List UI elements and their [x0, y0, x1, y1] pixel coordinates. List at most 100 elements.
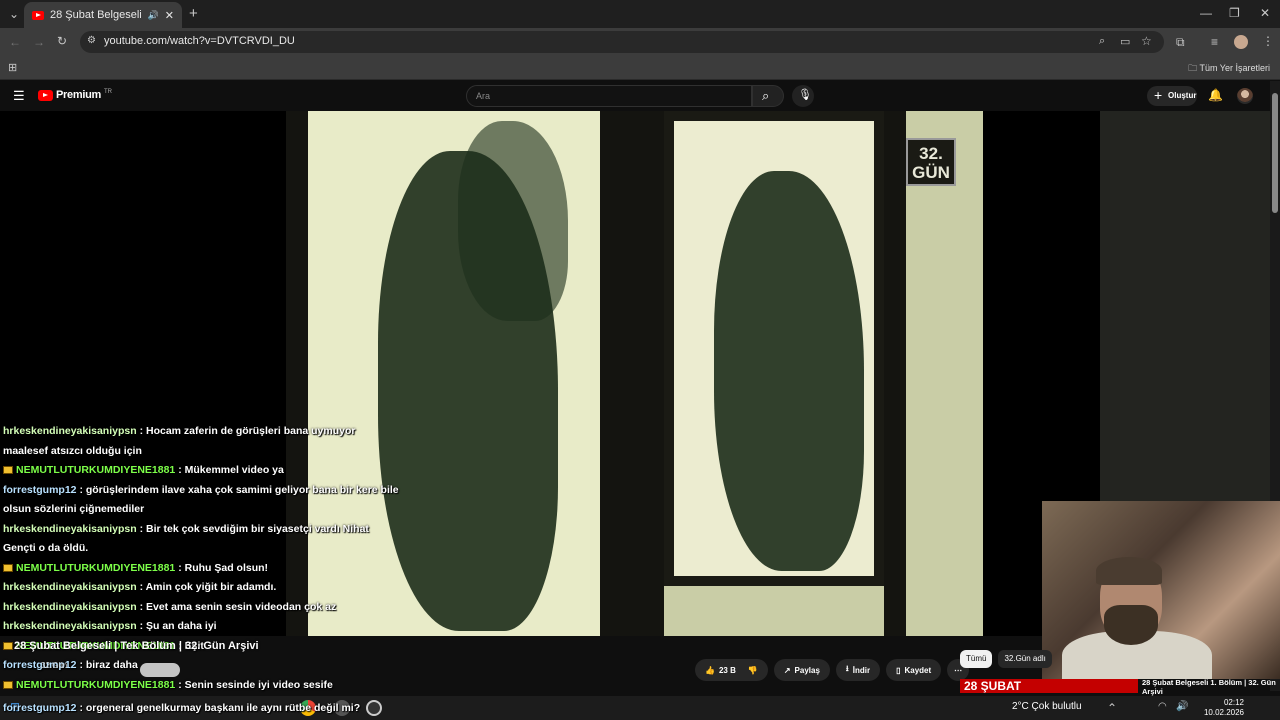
clock-time: 02:12	[1223, 698, 1244, 707]
search-button[interactable]: ⌕	[752, 85, 784, 107]
youtube-logo[interactable]: Premium TR	[38, 89, 112, 101]
tray-chevron-icon[interactable]: ⌃	[1107, 701, 1117, 715]
chat-username: hrkeskendineyakisaniypsn	[3, 620, 137, 632]
share-button[interactable]: ↗ Paylaş	[773, 659, 830, 681]
dislike-icon[interactable]: 👎	[748, 666, 758, 675]
youtube-favicon-icon	[32, 10, 44, 20]
reload-icon[interactable]: ↻	[57, 34, 67, 48]
share-icon: ↗	[783, 665, 791, 675]
chat-text: : Senin sesinde iyi video sesife	[178, 678, 333, 691]
profile-avatar[interactable]	[1234, 35, 1248, 49]
thumbs-up-icon: 👍	[705, 665, 715, 675]
voice-search-button[interactable]: 🎙	[792, 85, 814, 107]
clock[interactable]: 02:12 10.02.2026	[1200, 698, 1244, 718]
browser-tabstrip: ⌄ 28 Şubat Belgeseli | Tek Bölüm 🔊 ✕ + —…	[0, 0, 1280, 28]
subscriber-badge-icon	[3, 563, 13, 572]
restore-icon[interactable]: ❐	[1229, 6, 1240, 20]
tab-list-icon[interactable]: ⌄	[9, 7, 19, 21]
chat-username: NEMUTLUTURKUMDIYENE1881	[16, 464, 176, 476]
related-video-title[interactable]: 28 Şubat Belgeseli 1. Bölüm | 32. Gün Ar…	[1142, 678, 1280, 696]
weather-widget[interactable]: 2°C Çok bulutlu	[1012, 701, 1082, 712]
subscriber-badge-icon	[3, 641, 13, 650]
chip-all[interactable]: Tümü	[960, 650, 993, 668]
install-icon[interactable]: ▭	[1120, 35, 1130, 48]
all-bookmarks-label: Tüm Yer İşaretleri	[1199, 63, 1270, 73]
related-video-thumbnail[interactable]: 28 ŞUBAT	[960, 679, 1138, 693]
webcam-overlay	[1042, 501, 1280, 679]
save-button[interactable]: ▯ Kaydet	[886, 659, 942, 681]
zoom-icon[interactable]: ⌕	[1099, 35, 1105, 48]
browser-toolbar: ← → ↻ ⚙ youtube.com/watch?v=DVTCRVDI_DU …	[0, 28, 1280, 56]
chat-username: hrkeskendineyakisaniypsn	[3, 600, 137, 613]
bookmark-icon: ▯	[896, 665, 901, 675]
browser-tab[interactable]: 28 Şubat Belgeseli | Tek Bölüm 🔊 ✕	[24, 2, 182, 28]
subscriber-badge-icon	[3, 680, 13, 689]
folder-icon: 🗀	[1188, 63, 1200, 73]
window-close-icon[interactable]: ✕	[1260, 6, 1270, 20]
browser-menu-icon[interactable]: ⋮	[1262, 34, 1274, 48]
watermark-text: 32. GÜN	[912, 144, 950, 182]
create-button[interactable]: Oluştur	[1147, 86, 1197, 106]
video-actions: 👍 23 B 👎 ↗ Paylaş ⭳ İndir ▯ Kaydet ⋯	[695, 659, 970, 681]
site-info-icon[interactable]: ⚙	[87, 35, 96, 46]
address-bar[interactable]: ⚙ youtube.com/watch?v=DVTCRVDI_DU ⌕ ▭ ☆	[80, 31, 1164, 53]
chat-message: hrkeskendineyakisaniypsn : Amin çok yiği…	[3, 578, 403, 598]
chat-username: hrkeskendineyakisaniypsn	[3, 425, 137, 437]
figure-shape	[714, 171, 864, 571]
webcam-person-hair	[1096, 557, 1162, 585]
chat-text: : Evet ama senin sesin videodan çok az	[139, 600, 337, 613]
chat-username: hrkeskendineyakisaniypsn	[3, 581, 137, 593]
chat-text: : Ruhu Şad olsun!	[178, 561, 269, 574]
youtube-play-icon	[38, 89, 53, 101]
volume-icon[interactable]: 🔊	[1176, 701, 1188, 712]
reading-list-icon[interactable]: ≡	[1211, 35, 1218, 49]
chat-message: forrestgump12 : görüşlerindem ilave xaha…	[3, 481, 403, 520]
related-filter-chips: Tümü 32.Gün adlı	[960, 650, 1052, 668]
account-avatar[interactable]	[1237, 88, 1253, 104]
back-icon[interactable]: ←	[9, 35, 21, 49]
figure-shape	[458, 121, 568, 321]
notifications-bell-icon[interactable]: 🔔	[1208, 88, 1223, 102]
bookmarks-bar: ⊞ 🗀 Tüm Yer İşaretleri	[0, 56, 1280, 80]
minimize-icon[interactable]: —	[1200, 6, 1212, 20]
like-button[interactable]: 👍 23 B 👎	[695, 659, 768, 681]
search-input[interactable]: Ara	[466, 85, 752, 107]
chat-text: : Şu an daha iyi	[139, 620, 217, 632]
close-tab-icon[interactable]: ✕	[165, 9, 174, 22]
scrollbar-thumb[interactable]	[1272, 93, 1278, 213]
download-icon: ⭳	[845, 664, 849, 673]
chat-message: NEMUTLUTURKUMDIYENE1881 : Mükemmel video…	[3, 461, 403, 481]
chat-username: NEMUTLUTURKUMDIYENE1881	[16, 561, 176, 574]
logo-country: TR	[103, 89, 112, 95]
bookmark-star-icon[interactable]: ☆	[1141, 34, 1152, 48]
download-button[interactable]: ⭳ İndir	[835, 659, 881, 681]
all-bookmarks[interactable]: 🗀 Tüm Yer İşaretleri	[1188, 61, 1270, 77]
video-title: 28 Şubat Belgeseli | Tek Bölüm | 32. Gün…	[14, 640, 259, 652]
extensions-icon[interactable]: ⧉	[1176, 35, 1185, 50]
audio-icon[interactable]: 🔊	[148, 10, 159, 21]
obs-taskbar-icon[interactable]	[366, 700, 382, 716]
new-tab-icon[interactable]: +	[189, 5, 198, 22]
apps-grid-icon[interactable]: ⊞	[8, 61, 17, 74]
chat-message: hrkeskendineyakisaniypsn : Şu an daha iy…	[3, 617, 403, 637]
forward-icon[interactable]: →	[33, 35, 45, 49]
chat-message: hrkeskendineyakisaniypsn : Evet ama seni…	[3, 598, 403, 618]
share-label: Paylaş	[794, 665, 820, 675]
url-text: youtube.com/watch?v=DVTCRVDI_DU	[104, 35, 295, 47]
subscribe-button[interactable]	[140, 663, 180, 677]
download-label: İndir	[852, 665, 871, 675]
like-count: 23 B	[718, 665, 736, 675]
microphone-icon: 🎙	[798, 89, 812, 101]
chip-channel[interactable]: 32.Gün adlı	[998, 650, 1052, 668]
chat-text: : Mükemmel video ya	[178, 464, 284, 476]
subscriber-badge-icon	[3, 466, 13, 475]
chat-username: forrestgump12	[3, 702, 77, 714]
hamburger-menu-icon[interactable]: ☰	[13, 88, 25, 104]
wifi-icon[interactable]: ◠	[1158, 701, 1167, 712]
chat-message: NEMUTLUTURKUMDIYENE1881 : Senin sesinde …	[3, 676, 403, 696]
bottom-chat-line: forrestgump12 : orgeneral genelkurmay ba…	[3, 702, 360, 714]
channel-watermark: 32. GÜN	[906, 138, 956, 186]
film-strip	[884, 111, 906, 636]
channel-name[interactable]: 32.Gün	[41, 661, 67, 670]
film-strip	[600, 111, 664, 636]
